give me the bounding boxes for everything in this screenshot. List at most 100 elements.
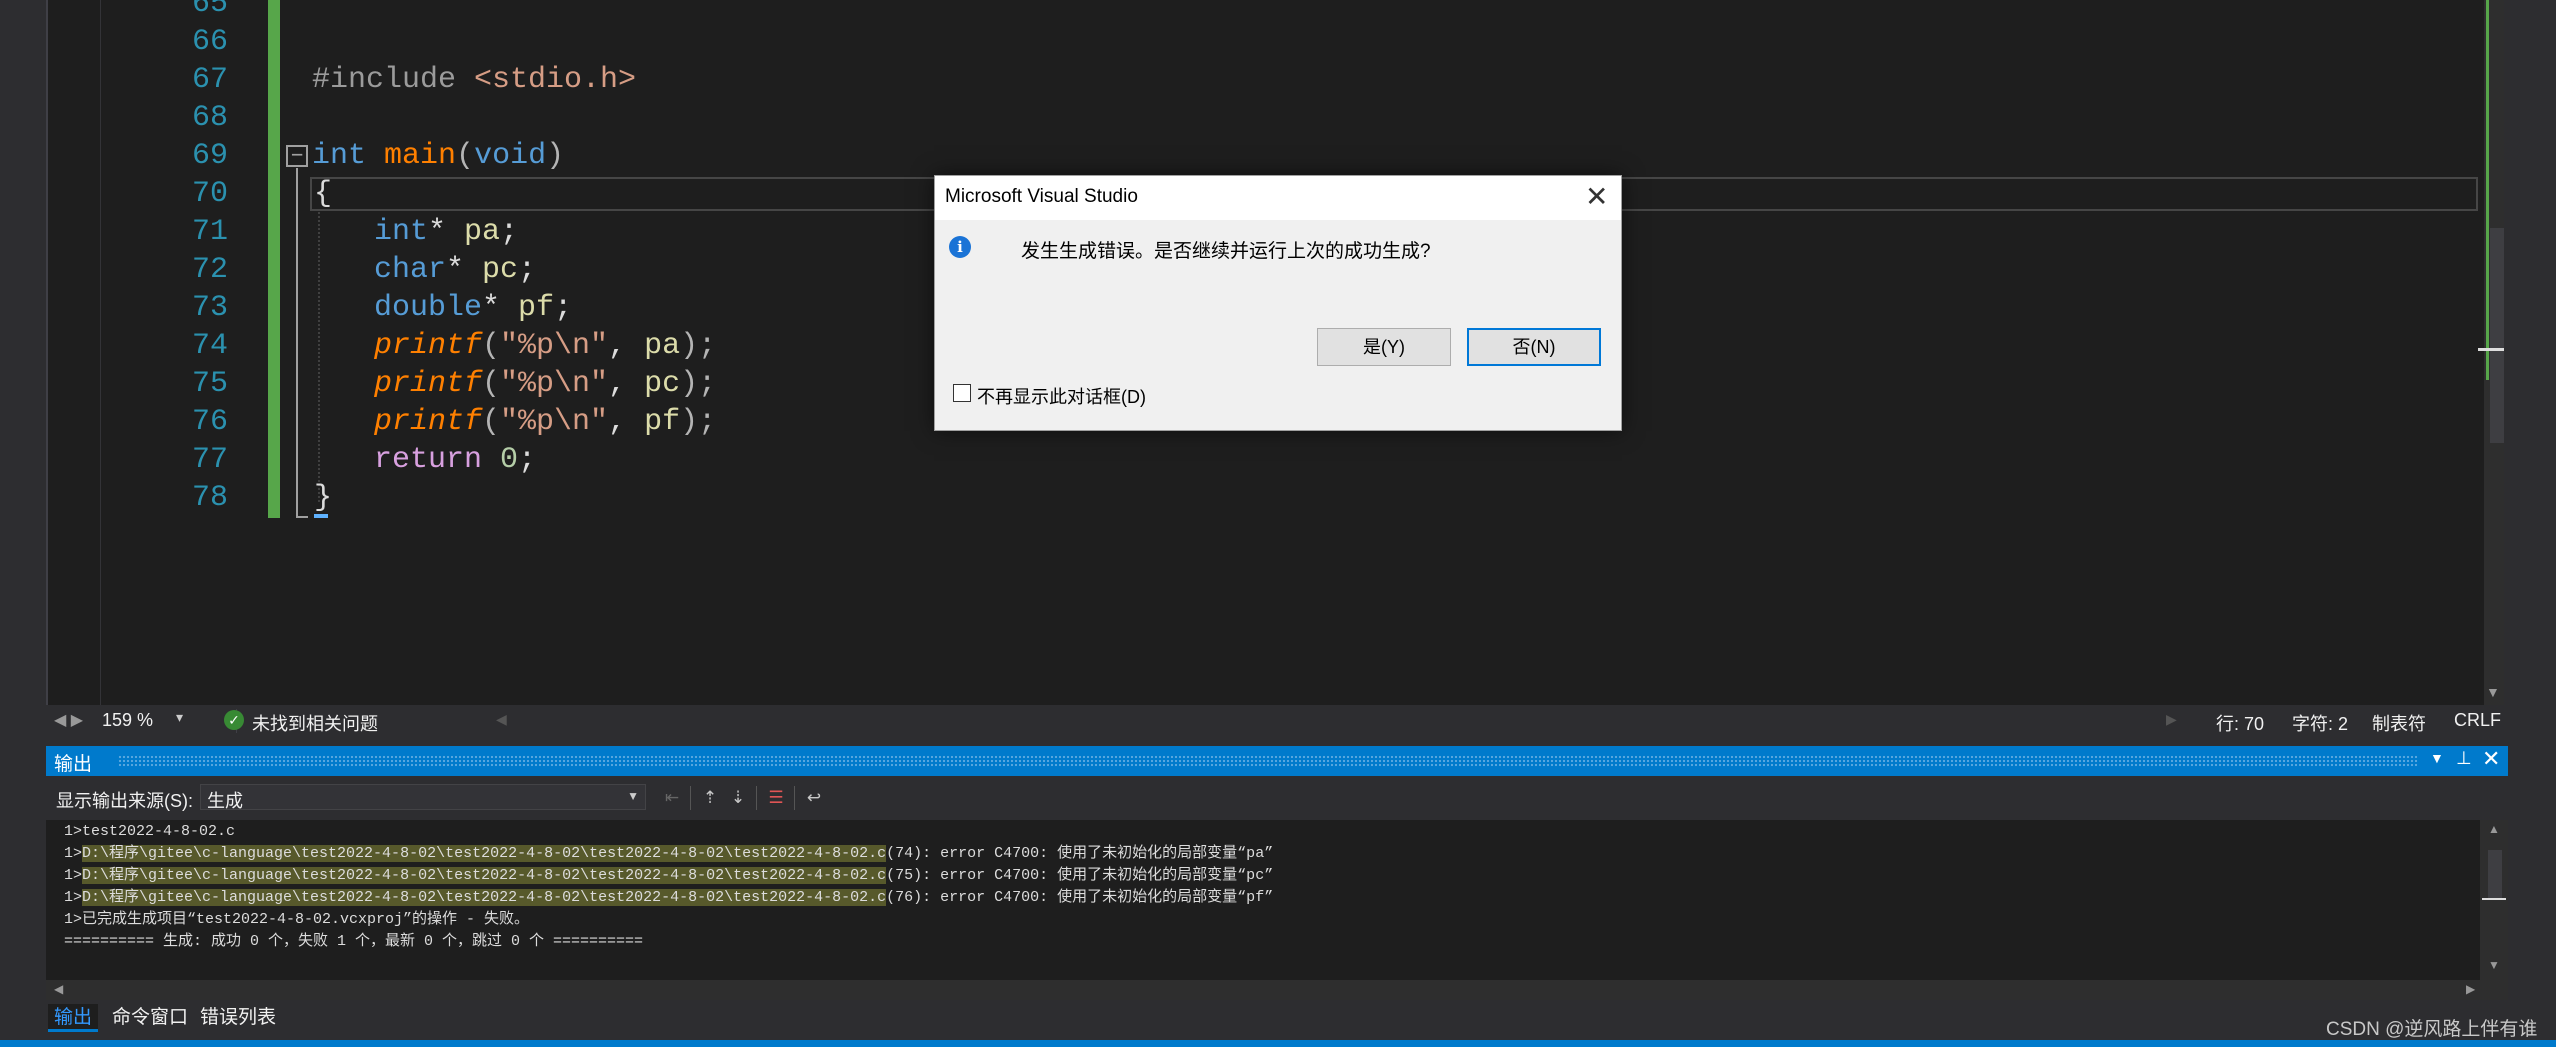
tab-command-window[interactable]: 命令窗口 — [106, 1004, 194, 1032]
function-call: printf — [374, 405, 483, 439]
line-ending-indicator[interactable]: CRLF — [2454, 710, 2501, 731]
line-number: 78 — [191, 481, 228, 515]
dont-show-again-checkbox[interactable] — [953, 384, 971, 402]
yes-button[interactable]: 是(Y) — [1317, 328, 1451, 366]
scroll-down-arrow-icon[interactable]: ▼ — [2486, 684, 2500, 700]
outline-guide-end — [296, 516, 308, 518]
code-line-75: printf("%p\n", pc); — [374, 365, 716, 403]
tab-output[interactable]: 输出 — [48, 1004, 99, 1032]
find-in-output-icon[interactable]: ⇤ — [660, 786, 684, 810]
scroll-up-arrow-icon[interactable]: ▲ — [2488, 822, 2500, 836]
code-text: , — [608, 367, 645, 401]
output-panel-titlebar[interactable]: 输出 ▼ ⊥ ✕ — [46, 746, 2508, 776]
scroll-left-arrow-icon[interactable]: ◀ — [54, 982, 63, 996]
scroll-down-arrow-icon[interactable]: ▼ — [2488, 958, 2500, 972]
navigate-arrows-icon[interactable]: ◀ ▶ — [54, 710, 83, 730]
keyword: void — [474, 139, 547, 173]
indent-mode-indicator[interactable]: 制表符 — [2372, 710, 2426, 736]
punctuation: ); — [680, 367, 717, 401]
string-literal: "%p\n" — [500, 329, 609, 363]
editor-scroll-thumb[interactable] — [2490, 228, 2504, 443]
clear-all-icon[interactable]: ☰ — [764, 786, 788, 810]
number-literal: 0 — [500, 443, 519, 477]
watermark-text: CSDN @逆风路上伴有谁 — [2326, 1019, 2538, 1040]
pin-icon[interactable]: ⊥ — [2456, 748, 2472, 769]
line-number: 68 — [191, 101, 228, 135]
dialog-titlebar[interactable]: Microsoft Visual Studio ✕ — [935, 176, 1621, 220]
scroll-right-arrow-icon[interactable]: ▶ — [2466, 982, 2475, 996]
change-tracking-bar — [268, 0, 280, 518]
punctuation: ( — [482, 367, 501, 401]
issues-status[interactable]: 未找到相关问题 — [252, 710, 378, 736]
code-line-71: int* pa; — [374, 213, 518, 251]
preprocessor-directive: #include — [312, 63, 475, 97]
code-line-78: } — [314, 481, 333, 515]
dialog-message: 发生生成错误。是否继续并运行上次的成功生成? — [1021, 241, 1431, 262]
editor-status-strip: ◀ ▶ 159 % ▾ ✓ 未找到相关问题 ◀ ▶ 行: 70 字符: 2 制表… — [48, 705, 2504, 737]
output-vertical-scrollbar[interactable]: ▲ ▼ — [2480, 820, 2508, 980]
variable: pf — [518, 291, 555, 325]
output-panel-title: 输出 — [54, 754, 93, 775]
punctuation: ( — [482, 329, 501, 363]
keyword: int — [374, 215, 429, 249]
no-button[interactable]: 否(N) — [1467, 328, 1601, 366]
variable: pa — [644, 329, 681, 363]
error-file-link[interactable]: D:\程序\gitee\c-language\test2022-4-8-02\t… — [82, 867, 887, 884]
output-text-area[interactable]: 1>test2022-4-8-02.c 1>D:\程序\gitee\c-lang… — [46, 820, 2480, 980]
line-number: 66 — [191, 25, 228, 59]
line-number: 76 — [191, 405, 228, 439]
close-icon[interactable]: ✕ — [2482, 746, 2500, 772]
line-indicator[interactable]: 行: 70 — [2216, 710, 2264, 736]
zoom-level: 159 % — [102, 710, 154, 730]
word-wrap-icon[interactable]: ↩ — [802, 786, 826, 810]
output-horizontal-scrollbar[interactable]: ◀ ▶ — [46, 980, 2508, 1000]
window-menu-icon[interactable]: ▼ — [2430, 750, 2444, 766]
error-message: (76): error C4700: 使用了未初始化的局部变量“pf” — [886, 889, 1274, 906]
output-prefix: 1> — [64, 889, 83, 906]
code-text: * — [428, 215, 465, 249]
output-prefix: 1> — [64, 845, 83, 862]
collapse-outline-toggle[interactable]: − — [286, 144, 308, 167]
error-message: (74): error C4700: 使用了未初始化的局部变量“pa” — [886, 845, 1274, 862]
line-number: 69 — [191, 139, 228, 173]
chevron-down-icon: ▼ — [627, 789, 639, 803]
code-line-73: double* pf; — [374, 289, 572, 327]
scrollbar-caret-marker — [2482, 898, 2506, 900]
keyword-return: return — [374, 443, 501, 477]
close-icon[interactable]: ✕ — [1585, 180, 1608, 213]
next-message-icon[interactable]: ⇣ — [726, 786, 750, 810]
previous-message-icon[interactable]: ⇡ — [698, 786, 722, 810]
error-file-link[interactable]: D:\程序\gitee\c-language\test2022-4-8-02\t… — [82, 889, 887, 906]
scroll-left-arrow-icon[interactable]: ◀ — [496, 711, 507, 728]
punctuation: ); — [680, 329, 717, 363]
check-circle-icon[interactable]: ✓ — [224, 710, 244, 730]
punctuation: ); — [680, 405, 717, 439]
toolbar-separator — [756, 786, 757, 810]
include-header: <stdio.h> — [474, 63, 637, 97]
output-line: 1>D:\程序\gitee\c-language\test2022-4-8-02… — [64, 887, 1273, 909]
info-icon: i — [949, 236, 971, 258]
dont-show-again-label[interactable]: 不再显示此对话框(D) — [977, 383, 1146, 409]
line-number: 71 — [191, 215, 228, 249]
error-file-link[interactable]: D:\程序\gitee\c-language\test2022-4-8-02\t… — [82, 845, 887, 862]
scrollbar-caret-marker — [2478, 348, 2504, 351]
output-source-value: 生成 — [207, 791, 243, 811]
zoom-dropdown[interactable]: 159 % ▾ — [100, 709, 237, 733]
char-indicator[interactable]: 字符: 2 — [2292, 710, 2348, 736]
line-number: 70 — [191, 177, 228, 211]
variable: pc — [482, 253, 519, 287]
code-text: ; — [518, 443, 537, 477]
line-number: 75 — [191, 367, 228, 401]
punctuation: ) — [546, 139, 565, 173]
glyph-margin[interactable] — [48, 0, 101, 705]
tab-error-list[interactable]: 错误列表 — [194, 1004, 282, 1032]
line-number: 73 — [191, 291, 228, 325]
output-source-dropdown[interactable]: 生成 ▼ — [200, 784, 646, 811]
code-line-77: return 0; — [374, 441, 536, 479]
scroll-right-arrow-icon[interactable]: ▶ — [2166, 711, 2177, 728]
code-text: * — [482, 291, 519, 325]
outline-guide — [296, 168, 298, 518]
output-scroll-thumb[interactable] — [2488, 850, 2502, 898]
code-line-69: int main(void) — [312, 137, 564, 175]
line-number-gutter: 65 66 67 68 69 70 71 72 73 74 75 76 77 7… — [100, 0, 228, 705]
